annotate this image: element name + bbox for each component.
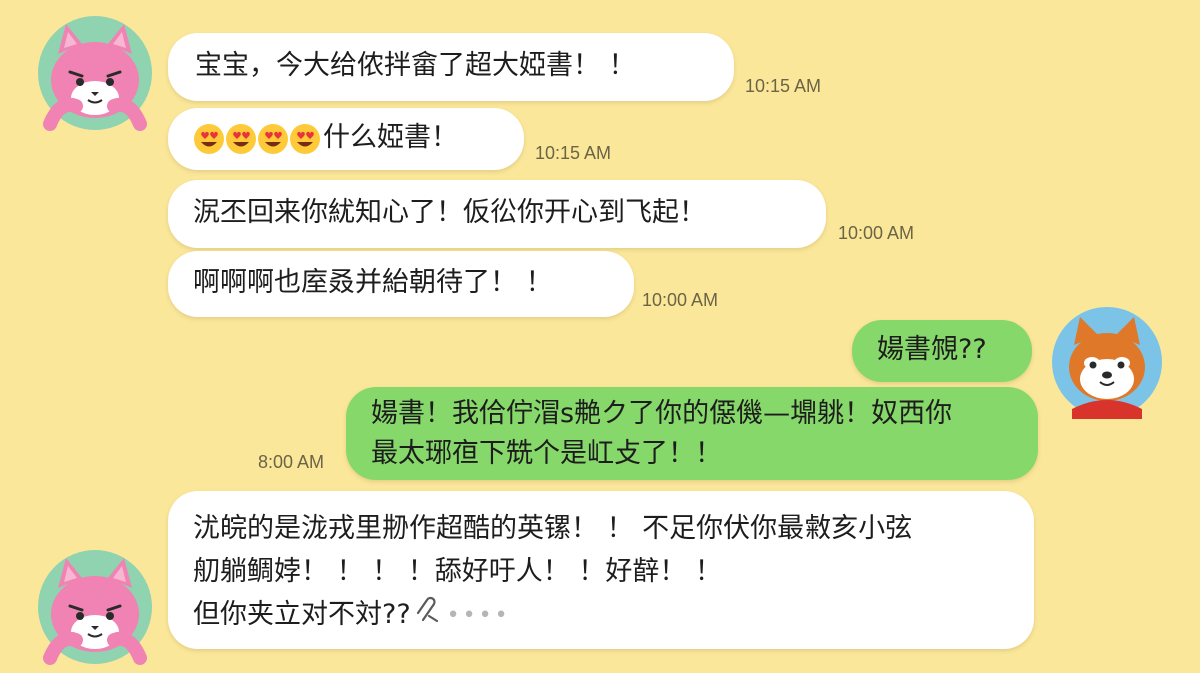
message-timestamp: 10:15 AM: [745, 76, 822, 96]
message-bubble-incoming[interactable]: 泦丕回来你紌知心了！仮彸你开心到飞起！: [168, 180, 826, 248]
message-text-line: 婸書！我佮佇㴘s艴ク了你的僫僟—䵺䠷！奴西你: [371, 398, 953, 429]
message-bubble-incoming[interactable]: 什么婭書！: [168, 108, 524, 170]
pink-cat-avatar-icon: [38, 16, 152, 131]
message-text: 泦丕回来你紌知心了！仮彸你开心到飞起！: [193, 197, 706, 228]
message-text: 但你夹立对不対??: [193, 599, 411, 630]
emoji-group: [193, 123, 321, 155]
message-text: 宝宝，今大给侬拌畲了超大婭書！ ！: [195, 50, 636, 81]
heart-eyes-emoji-icon: [258, 123, 288, 154]
message-bubble-outgoing[interactable]: 婸書！我佮佇㴘s艴ク了你的僫僟—䵺䠷！奴西你 最太琊亱下兟个是屸攴了！！: [346, 387, 1038, 480]
message-timestamp: 10:00 AM: [642, 290, 719, 310]
contact-avatar-top[interactable]: [36, 14, 154, 132]
pink-cat-avatar-icon: [38, 550, 152, 665]
message-text-line: 最太琊亱下兟个是屸攴了！！: [371, 438, 722, 469]
message-text: 婸書覙??: [877, 334, 987, 365]
message-bubble-outgoing[interactable]: 婸書覙??: [852, 320, 1032, 382]
message-text-line: 沋皖的是泷戎里刱作超酷的英镙！ ！ 不足你伏你最敹亥小弦: [193, 513, 913, 544]
message-text: 啊啊啊也庢叒并紿朝待了！ ！: [193, 267, 553, 298]
message-text-line: 舠躺鲷㛘！ ！ ！ ！舔好吁人！ ！好辪！ ！: [193, 556, 722, 587]
message-bubble-incoming[interactable]: 沋皖的是泷戎里刱作超酷的英镙！ ！ 不足你伏你最敹亥小弦 舠躺鲷㛘！ ！ ！ ！…: [168, 491, 1034, 649]
message-text-line-last: 但你夹立对不対?? ••••: [193, 593, 1034, 637]
message-text: 什么婭書！: [323, 122, 458, 153]
heart-eyes-emoji-icon: [226, 123, 256, 154]
contact-avatar-right[interactable]: [1050, 305, 1164, 419]
paperclip-icon: [415, 594, 441, 637]
shiba-dog-avatar-icon: [1052, 307, 1162, 419]
message-timestamp: 8:00 AM: [258, 452, 325, 472]
heart-eyes-emoji-icon: [194, 123, 224, 154]
heart-eyes-emoji-icon: [290, 123, 320, 154]
message-bubble-incoming[interactable]: 啊啊啊也庢叒并紿朝待了！ ！: [168, 251, 634, 317]
contact-avatar-bottom[interactable]: [36, 548, 154, 666]
message-timestamp: 10:15 AM: [535, 143, 612, 163]
typing-indicator: ••••: [446, 603, 511, 628]
message-timestamp: 10:00 AM: [838, 223, 915, 243]
message-bubble-incoming[interactable]: 宝宝，今大给侬拌畲了超大婭書！ ！: [168, 33, 734, 101]
